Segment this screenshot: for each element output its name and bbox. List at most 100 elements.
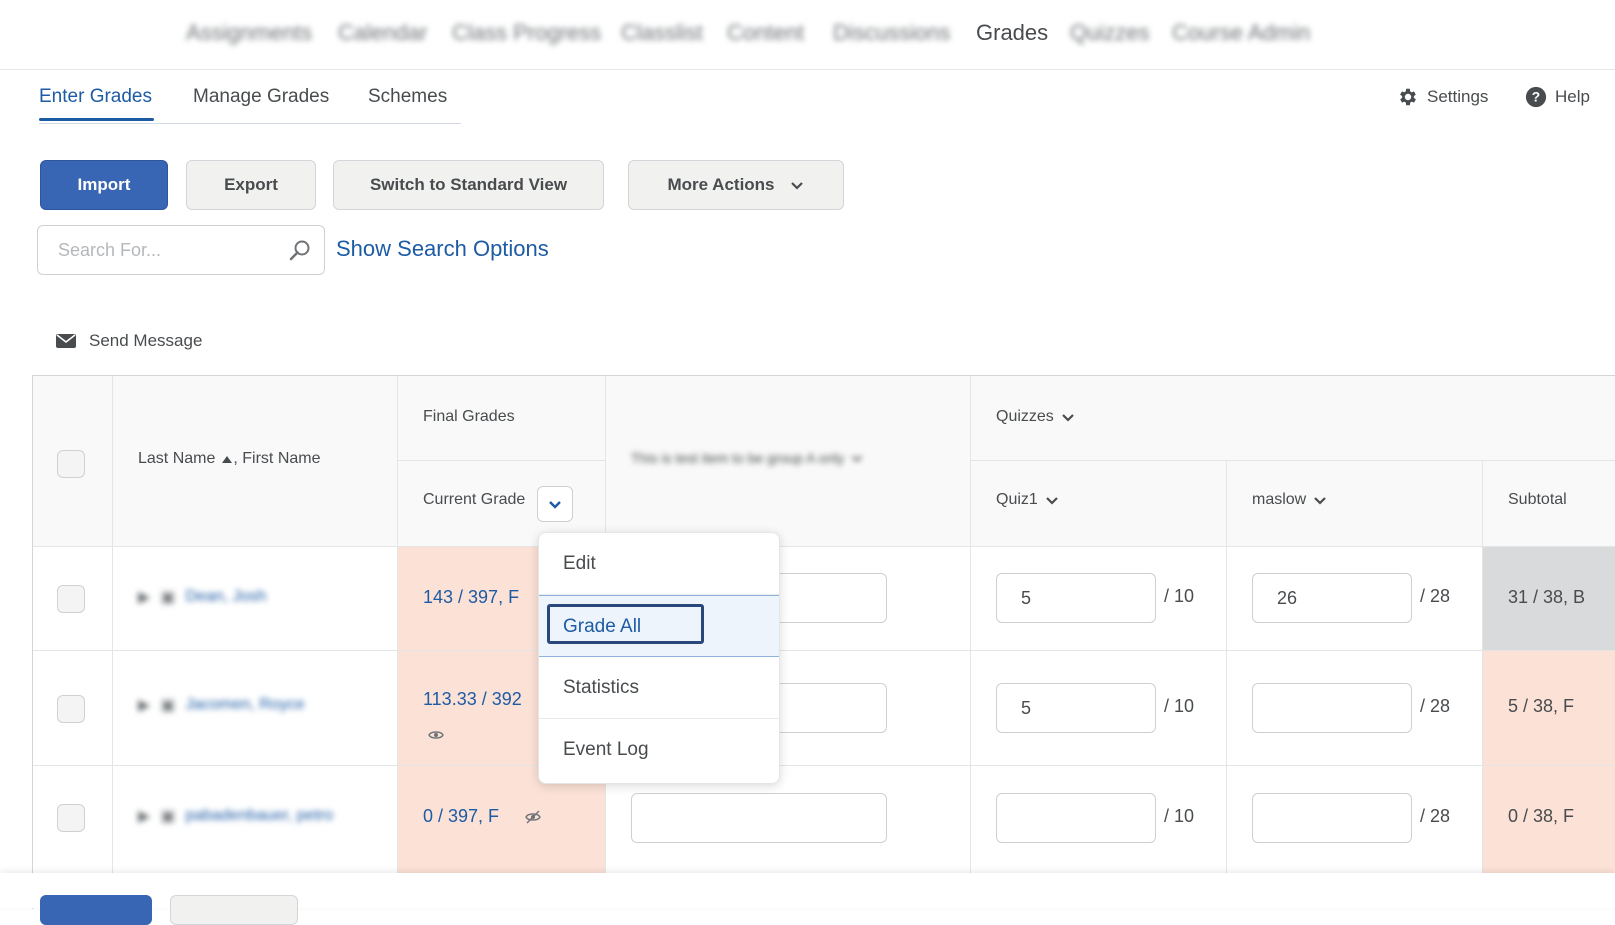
subtotal-cell: 31 / 38, B [1483,547,1615,651]
current-grade-link[interactable]: 0 / 397, F [423,806,499,827]
quiz1-input[interactable]: 5 [996,573,1156,623]
maslow-input[interactable] [1252,683,1412,733]
grade-input[interactable] [631,793,887,843]
settings-label: Settings [1427,87,1489,106]
flag-icon: ▶ [138,589,151,606]
maslow-label: maslow [1252,491,1307,508]
subtotal-value: 5 / 38, F [1508,696,1575,716]
row-checkbox[interactable] [57,695,85,723]
nav-grades[interactable]: Grades [976,20,1048,46]
course-navbar: Assignments Calendar Class Progress Clas… [0,0,1615,70]
search-icon[interactable] [288,238,312,262]
more-actions-button[interactable]: More Actions [628,160,844,210]
student-name-link[interactable]: Dean, Josh [185,588,266,606]
bottom-primary-button[interactable] [40,895,152,925]
eye-icon [428,731,444,739]
search-input[interactable] [56,239,280,262]
quiz1-out-of: / 10 [1164,806,1195,826]
subtotal-label: Subtotal [1508,491,1567,508]
row-checkbox[interactable] [57,585,85,613]
last-name-label: Last Name [138,450,216,467]
student-name-cell: ▶ ▣ Jacomen, Royce [113,651,398,766]
settings-link[interactable]: Settings [1397,86,1488,108]
quiz1-menu[interactable]: Quiz1 [996,491,1060,509]
quizzes-label: Quizzes [996,408,1054,425]
send-message-label: Send Message [89,331,203,350]
current-grade-label: Current Grade [423,491,526,508]
search-box [37,225,325,275]
gear-icon [1400,88,1416,106]
student-name: ▶ ▣ Jacomen, Royce [138,695,305,715]
menu-item-edit[interactable]: Edit [539,533,779,595]
student-name-link[interactable]: Jacomen, Royce [185,696,304,714]
chevron-down-icon [790,182,803,190]
send-message-link[interactable]: Send Message [55,331,202,351]
student-name-link[interactable]: pabadenbauer, petro [185,807,333,825]
maslow-out-of: / 28 [1420,586,1451,606]
quiz1-cell: 5 / 10 [971,651,1227,766]
menu-item-event-log[interactable]: Event Log [539,719,779,781]
nav-course-admin[interactable]: Course Admin [1172,20,1310,46]
hidden-item-label[interactable]: This is test item to be group A only [631,450,864,466]
quizzes-group-header: Quizzes [971,376,1615,461]
quiz1-cell: 5 / 10 [971,547,1227,651]
hidden-item-title: This is test item to be group A only [631,450,845,466]
quiz1-input[interactable]: 5 [996,683,1156,733]
quiz1-label: Quiz1 [996,491,1038,508]
student-name-cell: ▶ ▣ Dean, Josh [113,547,398,651]
bottom-action-bar [0,873,1615,925]
nav-quizzes[interactable]: Quizzes [1070,20,1149,46]
export-button[interactable]: Export [186,160,316,210]
help-icon: ? [1525,86,1547,108]
first-name-label: , First Name [233,450,321,467]
switch-view-button[interactable]: Switch to Standard View [333,160,604,210]
active-tab-indicator [39,118,154,121]
svg-text:?: ? [1532,90,1540,105]
row-checkbox[interactable] [57,804,85,832]
import-button[interactable]: Import [40,160,168,210]
quiz1-out-of: / 10 [1164,586,1195,606]
quiz1-header: Quiz1 [971,461,1227,547]
help-link[interactable]: ? Help [1525,86,1590,108]
nav-content[interactable]: Content [727,20,804,46]
nav-class-progress[interactable]: Class Progress [452,20,601,46]
maslow-input[interactable]: 26 [1252,573,1412,623]
maslow-out-of: / 28 [1420,696,1451,716]
quizzes-menu[interactable]: Quizzes [996,408,1076,426]
tab-enter-grades[interactable]: Enter Grades [39,86,152,108]
quiz1-input[interactable] [996,793,1156,843]
show-search-options-link[interactable]: Show Search Options [336,236,549,262]
menu-item-statistics[interactable]: Statistics [539,657,779,719]
select-all-checkbox[interactable] [57,450,85,478]
final-grades-header: Final Grades [398,376,606,461]
quiz1-out-of: / 10 [1164,696,1195,716]
grades-grid: Last Name , First Name Final Grades Curr… [32,375,1615,909]
tabs-divider [39,123,461,124]
nav-classlist[interactable]: Classlist [621,20,703,46]
maslow-menu[interactable]: maslow [1252,491,1328,509]
bottom-secondary-button[interactable] [170,895,298,925]
subtotal-value: 0 / 38, F [1508,806,1575,826]
subtotal-value: 31 / 38, B [1508,587,1586,607]
nav-calendar[interactable]: Calendar [338,20,427,46]
maslow-header: maslow [1227,461,1483,547]
tab-schemes[interactable]: Schemes [368,86,447,108]
name-sort-header[interactable]: Last Name , First Name [138,450,321,468]
current-grade-link[interactable]: 113.33 / 392 [423,689,522,710]
maslow-cell: 26 / 28 [1227,547,1483,651]
current-grade-menu-button[interactable] [537,486,573,522]
nav-assignments[interactable]: Assignments [186,20,312,46]
table-row [33,547,113,651]
table-row [33,766,113,876]
eye-hidden-icon [525,810,541,824]
student-name-cell: ▶ ▣ pabadenbauer, petro [113,766,398,876]
student-name: ▶ ▣ Dean, Josh [138,587,266,607]
chevron-down-icon [549,501,561,509]
maslow-input[interactable] [1252,793,1412,843]
current-grade-link[interactable]: 143 / 397, F [423,587,519,608]
hidden-item-header: This is test item to be group A only [606,376,971,547]
tab-manage-grades[interactable]: Manage Grades [193,86,329,108]
nav-discussions[interactable]: Discussions [833,20,950,46]
more-actions-label: More Actions [667,175,775,194]
table-row [33,651,113,766]
